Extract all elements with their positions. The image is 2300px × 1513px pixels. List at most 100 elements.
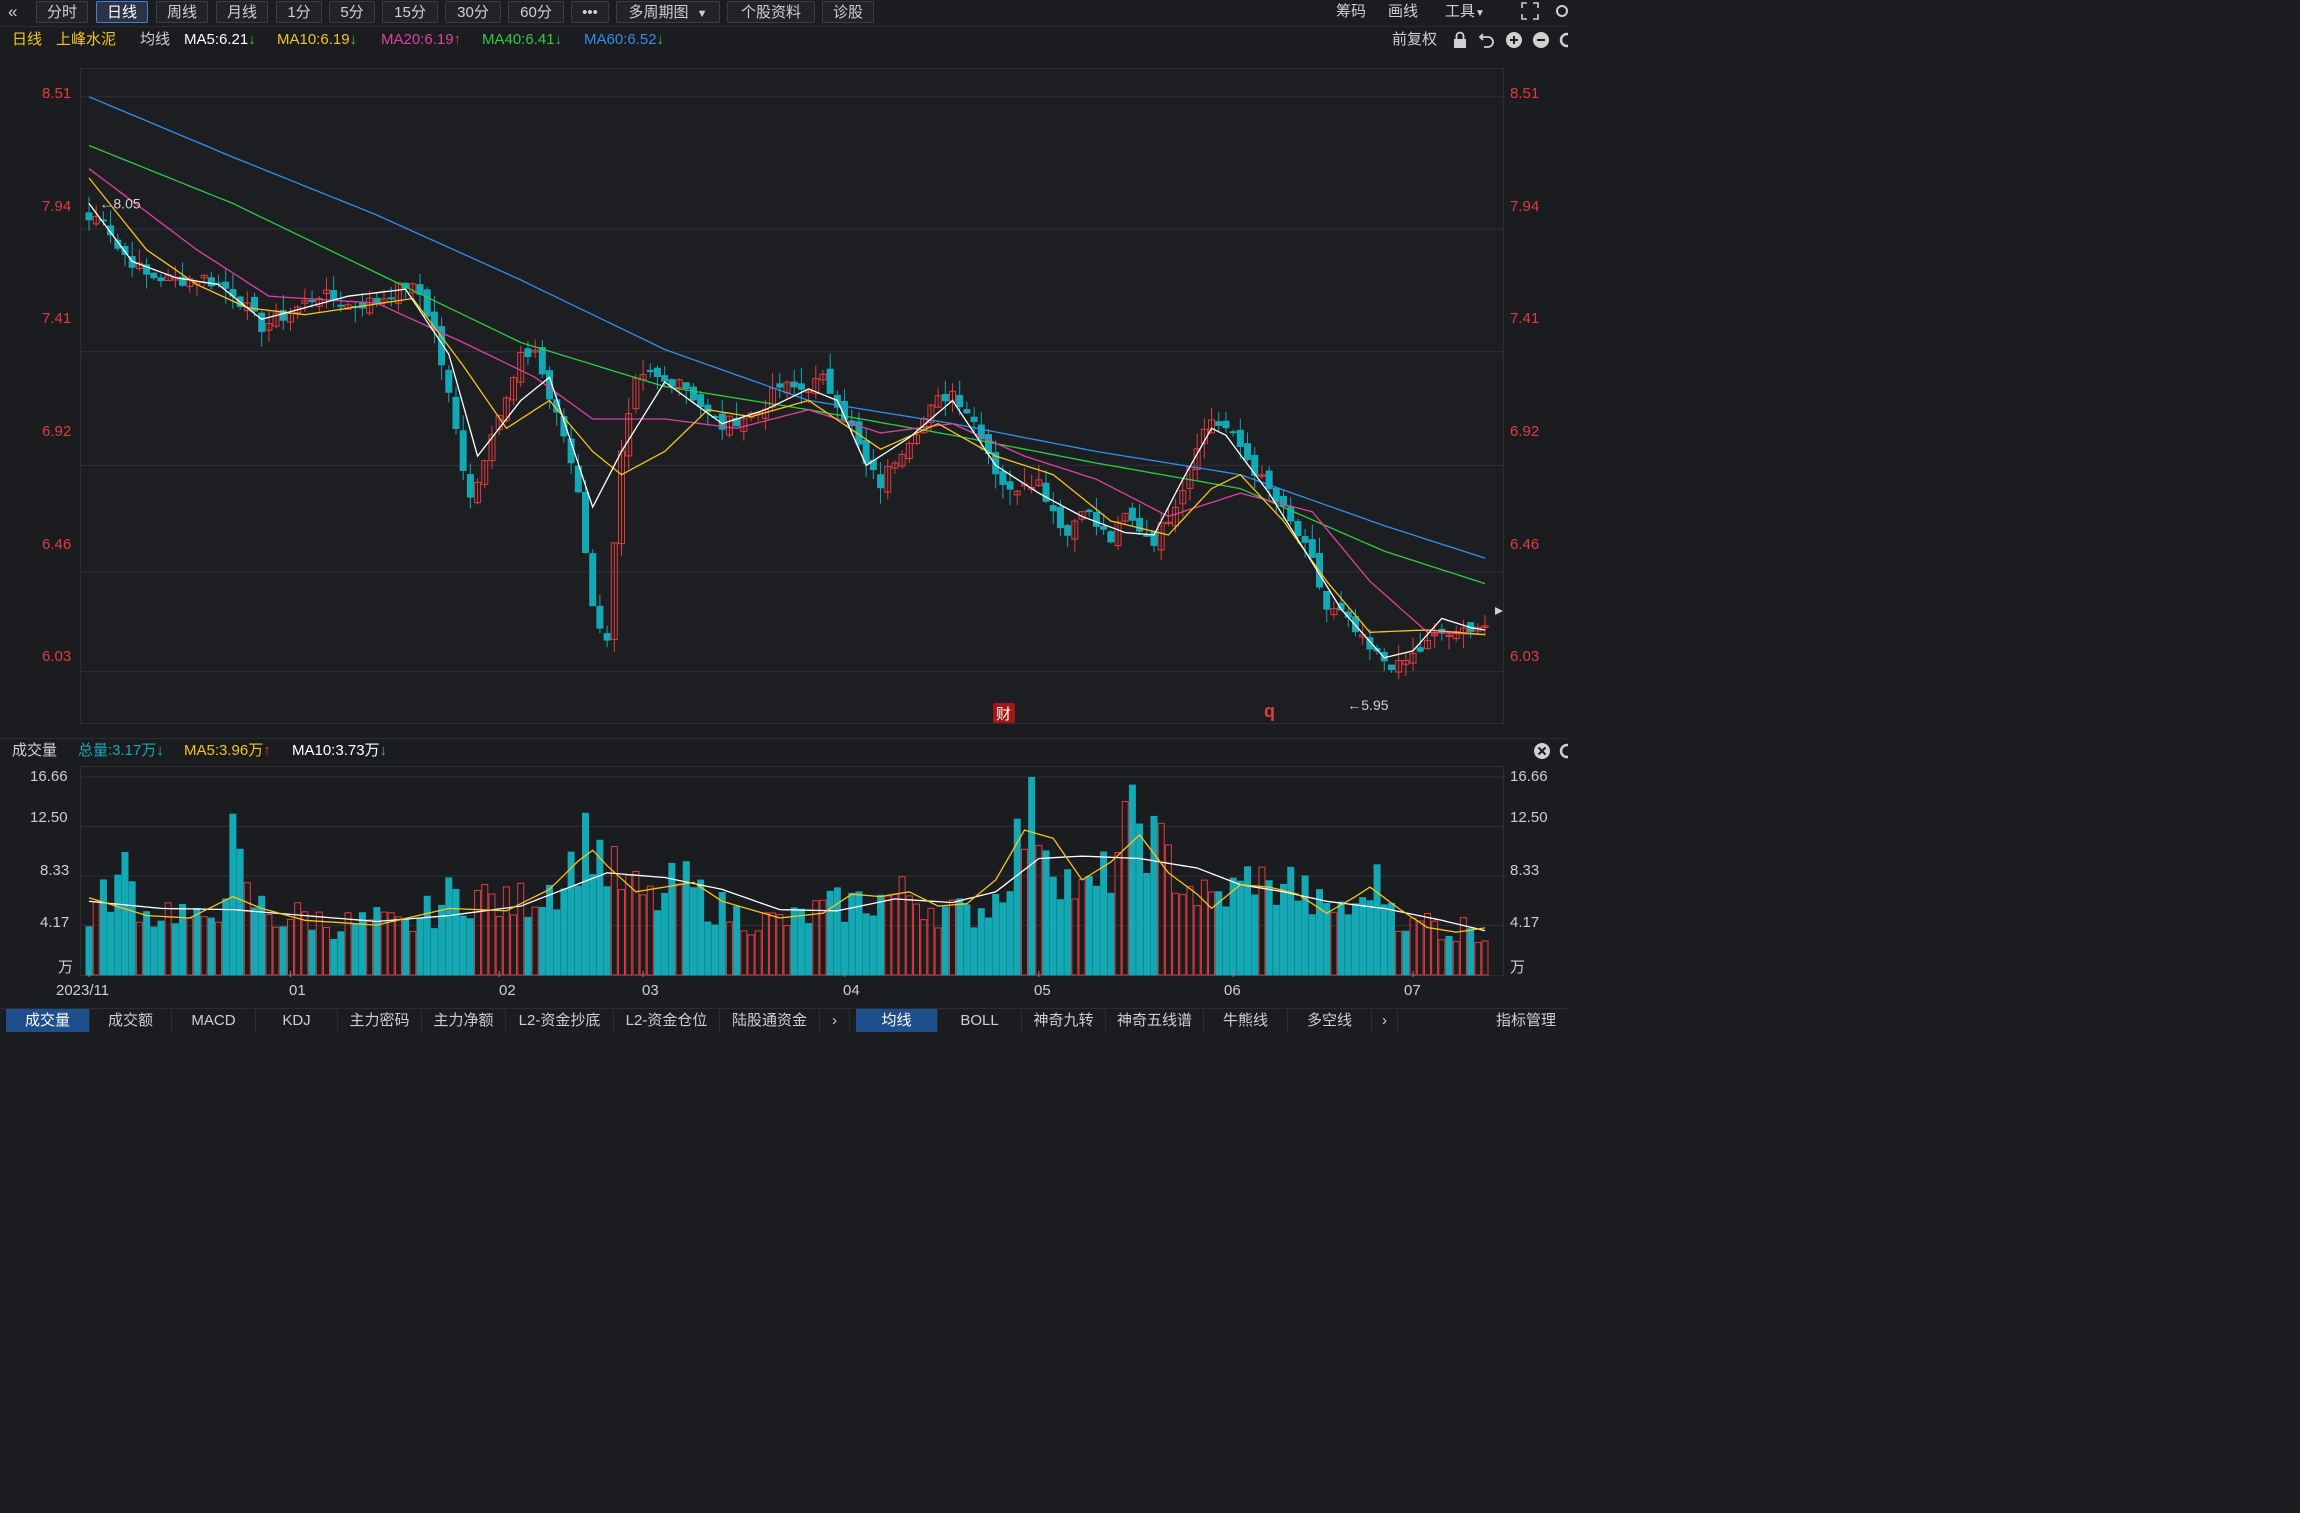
volume-unit-label: 万 <box>1510 959 1526 976</box>
volume-bar-down <box>1380 904 1388 976</box>
tab-boll[interactable]: BOLL <box>938 1009 1022 1032</box>
volume-bar-down <box>1280 883 1288 976</box>
volume-bar-down <box>841 921 849 976</box>
candle-down <box>524 348 532 358</box>
tab-macd[interactable]: MACD <box>172 1009 256 1032</box>
volume-bar-up <box>905 895 913 976</box>
chevron-right-icon[interactable]: › <box>820 1009 850 1032</box>
indicator-tab-bar: 成交量 成交额 MACD KDJ 主力密码 主力净额 L2-资金抄底 L2-资金… <box>0 1008 1568 1032</box>
period-tab-15min[interactable]: 15分 <box>382 1 438 23</box>
arrow-down-icon: ↓ <box>248 31 256 48</box>
chips-button[interactable]: 筹码 <box>1336 1 1366 23</box>
volume-bar-down <box>790 907 798 976</box>
diagnose-button[interactable]: 诊股 <box>822 1 874 23</box>
tab-main-code[interactable]: 主力密码 <box>338 1009 422 1032</box>
period-tab-5min[interactable]: 5分 <box>329 1 375 23</box>
tab-magic-five[interactable]: 神奇五线谱 <box>1106 1009 1204 1032</box>
tab-magic-nine[interactable]: 神奇九转 <box>1022 1009 1106 1032</box>
candle-down <box>150 272 158 279</box>
volume-bar-up <box>1179 894 1187 976</box>
period-tab-daily[interactable]: 日线 <box>96 1 148 23</box>
tab-volume[interactable]: 成交量 <box>6 1009 90 1032</box>
tab-bull-bear[interactable]: 牛熊线 <box>1204 1009 1288 1032</box>
volume-panel[interactable] <box>80 766 1505 977</box>
candlestick-chart[interactable]: ←8.05 ←5.95 财 q <box>81 69 1505 725</box>
chevron-right-icon[interactable]: › <box>1372 1009 1398 1032</box>
avg-line-label[interactable]: 均线 <box>140 28 170 52</box>
tab-long-short[interactable]: 多空线 <box>1288 1009 1372 1032</box>
more-button[interactable]: ••• <box>571 1 609 23</box>
volume-bar-down <box>1351 903 1359 976</box>
period-tab-monthly[interactable]: 月线 <box>216 1 268 23</box>
candle-down <box>157 277 165 282</box>
settings-icon[interactable] <box>1552 1 1568 23</box>
restore-rights-dropdown[interactable]: 前复权 <box>1392 28 1437 52</box>
period-tab-1min[interactable]: 1分 <box>276 1 322 23</box>
tab-main-net[interactable]: 主力净额 <box>422 1009 506 1032</box>
multi-period-dropdown[interactable]: 多周期图 ▼ <box>616 1 720 23</box>
zoom-in-icon[interactable] <box>1505 31 1523 57</box>
volume-bar-up <box>294 902 302 976</box>
ma-legend-bar: 日线 上峰水泥 均线 MA5:6.21↓ MA10:6.19↓ MA20:6.1… <box>0 28 1575 52</box>
volume-bar-down <box>956 898 964 976</box>
candle-down <box>1251 454 1259 476</box>
gear-icon[interactable] <box>1558 742 1575 768</box>
ma60-value: MA60:6.52↓ <box>584 31 665 48</box>
candle-down <box>1387 664 1395 670</box>
candle-down <box>646 369 654 373</box>
double-chevron-left-icon[interactable]: « <box>8 1 17 23</box>
candle-down <box>697 394 705 408</box>
lock-icon[interactable] <box>1452 31 1468 57</box>
volume-bar-down <box>1042 850 1050 976</box>
tab-turnover[interactable]: 成交额 <box>90 1009 172 1032</box>
draw-line-button[interactable]: 画线 <box>1388 1 1418 23</box>
tab-northbound[interactable]: 陆股通资金 <box>720 1009 820 1032</box>
tab-ma[interactable]: 均线 <box>856 1009 938 1032</box>
volume-bar-up <box>517 882 525 976</box>
volume-bar-down <box>251 907 259 976</box>
volume-bar-down <box>538 906 546 976</box>
volume-bar-down <box>826 890 834 976</box>
volume-bar-up <box>610 845 618 976</box>
ma5-line <box>88 203 1486 659</box>
period-tab-weekly[interactable]: 周线 <box>156 1 208 23</box>
candlestick-panel[interactable]: ←8.05 ←5.95 财 q <box>80 68 1505 725</box>
volume-chart[interactable] <box>81 767 1505 977</box>
volume-bar-down <box>1287 866 1295 976</box>
candle-down <box>387 297 395 300</box>
volume-bar-up <box>186 917 194 976</box>
volume-bar-up <box>301 911 309 976</box>
volume-bar-down <box>337 931 345 976</box>
indicator-manage-button[interactable]: 指标管理 <box>1484 1009 1568 1032</box>
period-tab-30min[interactable]: 30分 <box>445 1 501 23</box>
stock-info-button[interactable]: 个股资料 <box>727 1 815 23</box>
tab-kdj[interactable]: KDJ <box>256 1009 338 1032</box>
volume-bar-up <box>776 914 784 976</box>
x-tick-label: 07 <box>1404 982 1421 999</box>
volume-bar-up <box>761 912 769 976</box>
volume-bar-up <box>913 903 921 976</box>
candle-down <box>1272 487 1280 502</box>
volume-bar-down <box>833 887 841 976</box>
arrow-down-icon: ↓ <box>349 31 358 48</box>
volume-bar-down <box>999 902 1007 976</box>
tab-l2-bottom[interactable]: L2-资金抄底 <box>506 1009 614 1032</box>
volume-bar-down <box>697 879 705 976</box>
chevron-down-icon: ▼ <box>696 8 708 20</box>
close-icon[interactable] <box>1533 742 1551 768</box>
volume-bar-up <box>1395 930 1403 976</box>
fullscreen-icon[interactable] <box>1520 1 1540 23</box>
volume-bar-down <box>416 917 424 976</box>
zoom-out-icon[interactable] <box>1532 31 1550 57</box>
volume-bar-up <box>215 921 223 976</box>
gear-icon[interactable] <box>1558 31 1575 57</box>
volume-bar-down <box>99 879 107 976</box>
period-tab-60min[interactable]: 60分 <box>508 1 564 23</box>
volume-bar-down <box>171 923 179 976</box>
tab-l2-position[interactable]: L2-资金仓位 <box>614 1009 720 1032</box>
period-tab-fenshi[interactable]: 分时 <box>36 1 88 23</box>
tools-dropdown[interactable]: 工具▼ <box>1445 1 1485 23</box>
volume-bar-down <box>805 923 813 976</box>
candle-down <box>1006 481 1014 490</box>
undo-icon[interactable] <box>1478 31 1496 57</box>
